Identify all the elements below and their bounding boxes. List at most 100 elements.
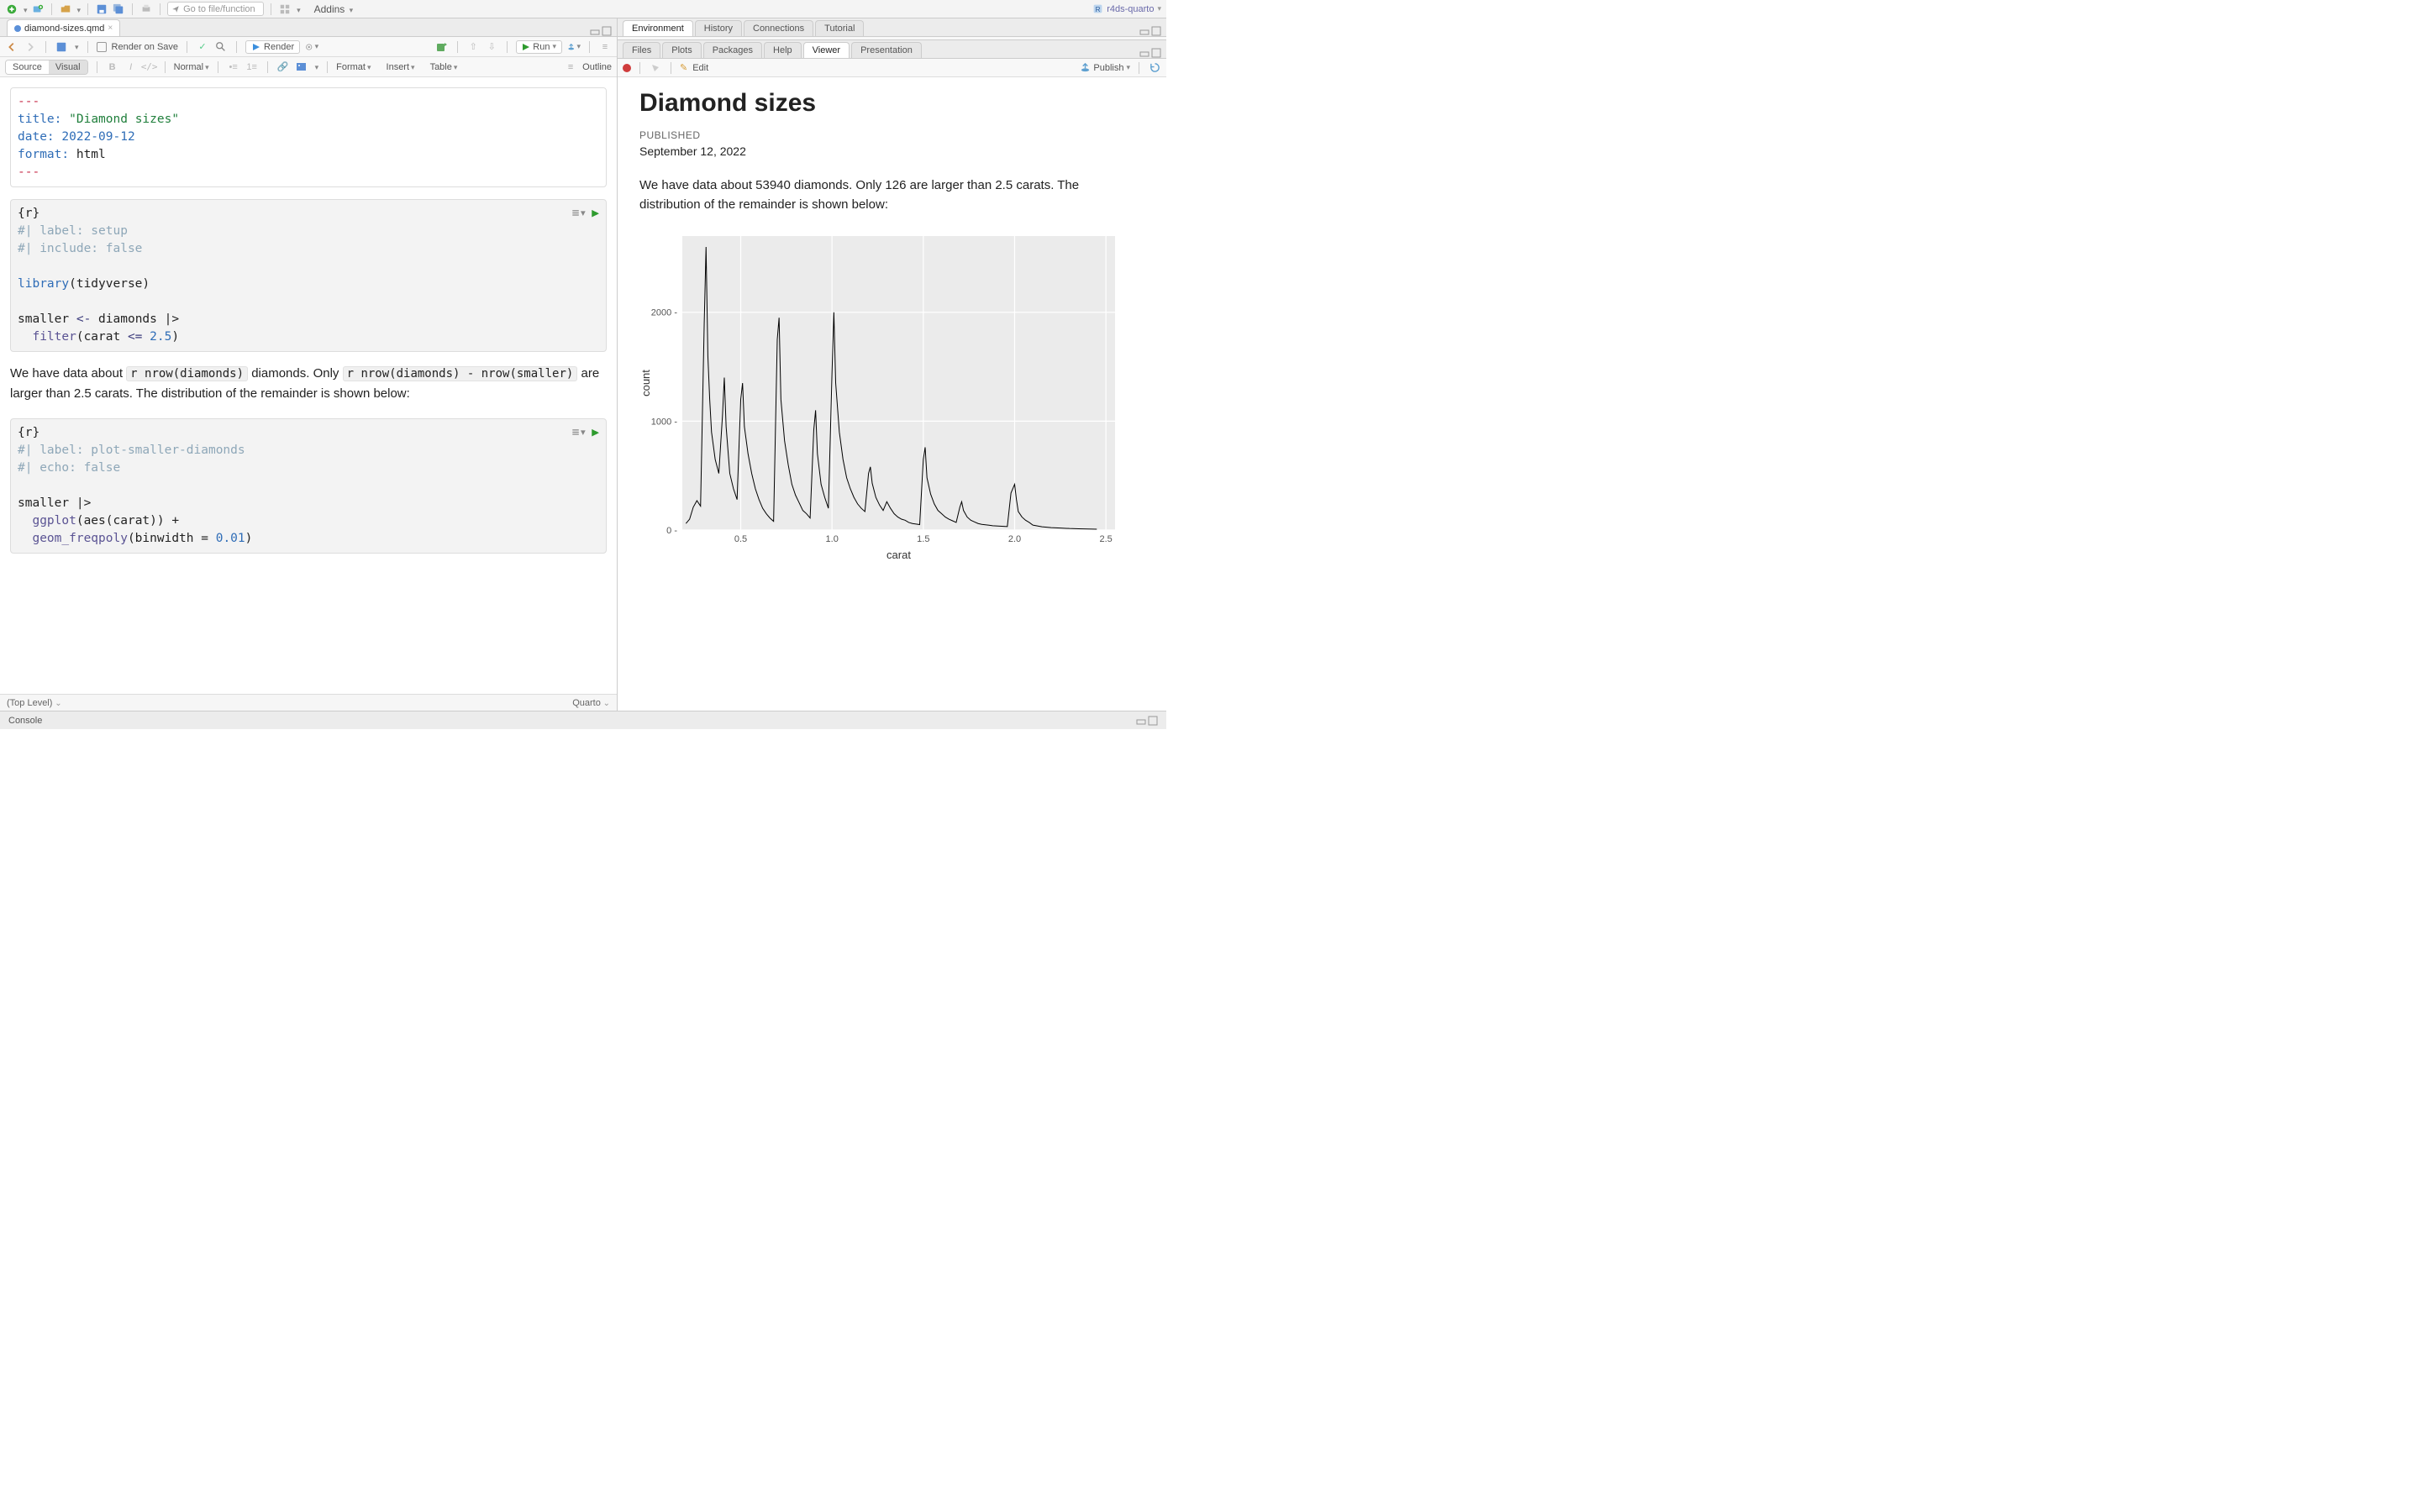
table-menu[interactable]: Table <box>430 62 458 72</box>
go-next-chunk-icon[interactable]: ⇩ <box>485 40 498 54</box>
tab-connections[interactable]: Connections <box>744 20 813 36</box>
tab-tutorial[interactable]: Tutorial <box>815 20 864 36</box>
console-header[interactable]: Console <box>0 711 1166 729</box>
bottom-pane-window-controls[interactable] <box>1139 48 1161 58</box>
editor-footer: (Top Level) Quarto <box>0 694 617 711</box>
stop-icon[interactable] <box>623 64 631 72</box>
image-insert-icon[interactable] <box>295 60 308 74</box>
editor-pane: diamond-sizes.qmd × Render on Save ✓ <box>0 18 618 711</box>
format-menu[interactable]: Format <box>336 62 371 72</box>
editor-window-controls[interactable] <box>590 26 612 36</box>
back-arrow-icon[interactable] <box>5 40 18 54</box>
console-tab-label: Console <box>8 716 42 726</box>
open-file-icon[interactable] <box>59 3 72 16</box>
publish-icon[interactable] <box>567 40 581 54</box>
project-name: r4ds-quarto <box>1107 4 1154 14</box>
italic-icon[interactable]: I <box>124 60 138 74</box>
print-icon[interactable] <box>139 3 153 16</box>
prose-paragraph[interactable]: We have data about r nrow(diamonds) diam… <box>10 364 607 403</box>
new-file-dropdown[interactable] <box>22 3 28 15</box>
code-format-icon[interactable]: </> <box>143 60 156 74</box>
render-on-save-checkbox[interactable] <box>97 42 107 52</box>
chunk-run-icon[interactable]: ▶ <box>592 205 599 223</box>
addins-menu[interactable]: Addins <box>314 3 354 15</box>
editor-tab-active[interactable]: diamond-sizes.qmd × <box>7 19 120 36</box>
style-dropdown[interactable]: Normal <box>174 62 209 72</box>
code-chunk-setup[interactable]: ≡▾ ▶{r} #| label: setup #| include: fals… <box>10 199 607 352</box>
grid-icon[interactable] <box>278 3 292 16</box>
tab-presentation[interactable]: Presentation <box>851 42 922 58</box>
outline-toggle-icon[interactable]: ≡ <box>598 40 612 54</box>
code-chunk-plot[interactable]: ≡▾ ▶{r} #| label: plot-smaller-diamonds … <box>10 418 607 554</box>
language-dropdown[interactable]: Quarto <box>572 698 610 708</box>
render-on-save-label: Render on Save <box>112 42 179 52</box>
editor-toolbar-2: Source Visual B I </> Normal •≡ 1≡ 🔗 For… <box>0 57 617 77</box>
tab-viewer[interactable]: Viewer <box>803 42 850 58</box>
inline-code-1: r nrow(diamonds) <box>126 366 248 381</box>
clear-viewer-icon[interactable] <box>649 61 662 75</box>
chunk-run-above-icon[interactable]: ≡▾ <box>572 205 587 223</box>
tab-files[interactable]: Files <box>623 42 660 58</box>
new-file-icon[interactable] <box>5 3 18 16</box>
svg-text:count: count <box>639 370 652 396</box>
separator <box>51 3 52 15</box>
svg-text:carat: carat <box>886 549 911 561</box>
image-dropdown[interactable] <box>313 62 319 72</box>
bullet-list-icon[interactable]: •≡ <box>227 60 240 74</box>
render-button[interactable]: Render <box>245 40 300 54</box>
save-all-icon[interactable] <box>112 3 125 16</box>
visual-mode-btn[interactable]: Visual <box>49 60 87 74</box>
forward-arrow-icon[interactable] <box>24 40 37 54</box>
freqpoly-chart: 0 -1000 -2000 -0.51.01.52.02.5caratcount <box>636 228 1123 564</box>
tab-history[interactable]: History <box>695 20 742 36</box>
insert-menu[interactable]: Insert <box>387 62 415 72</box>
tab-help[interactable]: Help <box>764 42 802 58</box>
inline-code-2: r nrow(diamonds) - nrow(smaller) <box>343 366 578 381</box>
viewer-content[interactable]: Diamond sizes PUBLISHED September 12, 20… <box>618 77 1166 711</box>
spellcheck-icon[interactable]: ✓ <box>196 40 209 54</box>
render-options-icon[interactable] <box>305 40 318 54</box>
close-tab-icon[interactable]: × <box>108 24 113 33</box>
editor-tabstrip: diamond-sizes.qmd × <box>0 18 617 37</box>
separator <box>132 3 133 15</box>
yaml-header-block[interactable]: --- title: "Diamond sizes" date: 2022-09… <box>10 87 607 187</box>
edit-label[interactable]: Edit <box>692 63 708 73</box>
editor-tab-filename: diamond-sizes.qmd <box>24 24 104 34</box>
tab-environment[interactable]: Environment <box>623 20 693 36</box>
insert-chunk-icon[interactable] <box>435 40 449 54</box>
tab-plots[interactable]: Plots <box>662 42 701 58</box>
source-mode-btn[interactable]: Source <box>6 60 49 74</box>
run-button[interactable]: Run ▾ <box>516 40 562 54</box>
outline-icon[interactable]: ≡ <box>564 60 577 74</box>
open-recent-dropdown[interactable] <box>76 3 82 15</box>
numbered-list-icon[interactable]: 1≡ <box>245 60 259 74</box>
save-doc-icon[interactable] <box>55 40 68 54</box>
project-menu[interactable]: R r4ds-quarto ▾ <box>1092 3 1161 14</box>
save-dropdown[interactable] <box>73 42 79 52</box>
go-prev-chunk-icon[interactable]: ⇧ <box>466 40 480 54</box>
bold-icon[interactable]: B <box>106 60 119 74</box>
source-visual-toggle[interactable]: Source Visual <box>5 60 88 75</box>
viewer-toolbar: ✎ Edit Publish ▾ <box>618 59 1166 77</box>
grid-dropdown[interactable] <box>295 3 301 15</box>
editor-toolbar-1: Render on Save ✓ Render ⇧ ⇩ Run ▾ <box>0 37 617 57</box>
chunk-run-above-icon[interactable]: ≡▾ <box>572 424 587 442</box>
refresh-icon[interactable] <box>1148 61 1161 75</box>
console-window-controls[interactable] <box>1136 716 1158 726</box>
tab-packages[interactable]: Packages <box>703 42 762 58</box>
editor-content[interactable]: --- title: "Diamond sizes" date: 2022-09… <box>0 77 617 694</box>
outline-label: Outline <box>582 62 612 72</box>
scope-dropdown[interactable]: (Top Level) <box>7 698 62 708</box>
publish-button[interactable]: Publish ▾ <box>1080 62 1130 73</box>
save-icon[interactable] <box>95 3 108 16</box>
goto-file-function-input[interactable]: Go to file/function <box>167 2 264 16</box>
file-type-dot-icon <box>14 25 21 32</box>
chunk-run-icon[interactable]: ▶ <box>592 424 599 442</box>
published-date: September 12, 2022 <box>639 144 1144 158</box>
edit-pencil-icon[interactable]: ✎ <box>680 62 687 73</box>
link-icon[interactable]: 🔗 <box>276 60 290 74</box>
find-icon[interactable] <box>214 40 228 54</box>
top-pane-window-controls[interactable] <box>1139 26 1161 36</box>
new-project-icon[interactable] <box>31 3 45 16</box>
document-paragraph: We have data about 53940 diamonds. Only … <box>639 176 1110 214</box>
